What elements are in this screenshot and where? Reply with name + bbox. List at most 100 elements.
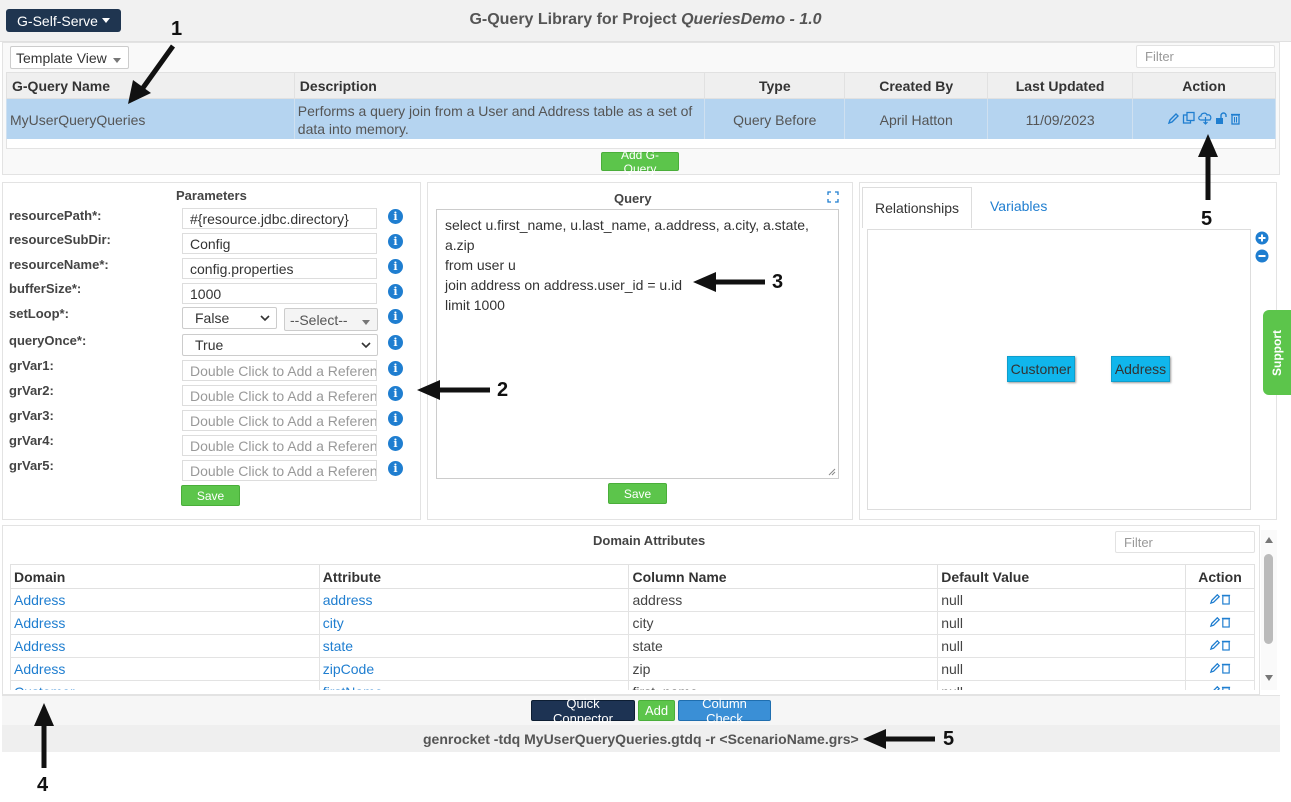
add-attribute-button[interactable]: Add: [638, 700, 675, 721]
default-value-cell: null: [937, 611, 1186, 635]
header-created-by: Created By: [844, 72, 989, 99]
edit-pencil-icon[interactable]: [1209, 616, 1221, 628]
resource-subdir-input[interactable]: Config: [182, 233, 377, 254]
query-line: a.zip: [445, 237, 475, 253]
domain-link[interactable]: Address: [10, 634, 320, 658]
info-icon[interactable]: i: [388, 259, 403, 274]
info-icon[interactable]: i: [388, 309, 403, 324]
unlock-icon[interactable]: [1215, 112, 1228, 125]
tab-variables[interactable]: Variables: [990, 198, 1047, 214]
chevron-down-icon: [260, 315, 270, 322]
select-arrow-icon: [362, 319, 370, 325]
grvar2-input[interactable]: Double Click to Add a Reference: [182, 385, 377, 406]
header-gquery-name: G-Query Name: [6, 72, 295, 99]
cloud-download-icon[interactable]: [1198, 111, 1213, 126]
attribute-link[interactable]: firstName: [318, 680, 630, 690]
row-action-cell: [1184, 611, 1255, 635]
grvar1-input[interactable]: Double Click to Add a Reference: [182, 360, 377, 381]
edit-pencil-icon[interactable]: [1209, 685, 1221, 690]
set-loop-select[interactable]: False: [182, 307, 277, 329]
domain-scrollbar[interactable]: [1261, 530, 1277, 690]
table-row: Address city city null: [10, 611, 1255, 635]
info-icon[interactable]: i: [388, 411, 403, 426]
row-action-cell: [1184, 680, 1255, 690]
header-description: Description: [293, 72, 706, 99]
query-save-button[interactable]: Save: [608, 483, 667, 504]
entity-address[interactable]: Address: [1111, 356, 1170, 382]
attribute-link[interactable]: city: [318, 611, 630, 635]
trash-icon[interactable]: [1221, 685, 1231, 690]
domain-link[interactable]: Address: [10, 588, 320, 612]
domain-link[interactable]: Address: [10, 611, 320, 635]
query-line: select u.first_name, u.last_name, a.addr…: [445, 217, 809, 233]
info-icon[interactable]: i: [388, 361, 403, 376]
query-editor[interactable]: select u.first_name, u.last_name, a.addr…: [436, 209, 839, 479]
grvar4-input[interactable]: Double Click to Add a Reference: [182, 435, 377, 456]
quick-connector-button[interactable]: Quick Connector: [531, 696, 635, 726]
attribute-link[interactable]: zipCode: [318, 657, 630, 681]
scroll-up-icon[interactable]: [1264, 536, 1274, 544]
info-icon[interactable]: i: [388, 335, 403, 350]
buffer-size-input[interactable]: 1000: [182, 283, 377, 304]
trash-icon[interactable]: [1221, 662, 1231, 674]
table-row[interactable]: MyUserQueryQueries Performs a query join…: [6, 98, 1276, 141]
add-gquery-button[interactable]: Add G-Query: [601, 148, 679, 176]
info-icon[interactable]: i: [388, 436, 403, 451]
trash-icon[interactable]: [1221, 593, 1231, 605]
resource-name-input[interactable]: config.properties: [182, 258, 377, 279]
column-name-cell: first_name: [628, 680, 939, 690]
zoom-out-icon[interactable]: [1255, 249, 1269, 263]
table-row: Address address address null: [10, 588, 1255, 612]
domain-filter-input[interactable]: Filter: [1115, 531, 1255, 553]
query-description-cell: Performs a query join from a User and Ad…: [293, 98, 706, 141]
trash-icon[interactable]: [1221, 616, 1231, 628]
callout-number-5-action: 5: [1201, 208, 1213, 230]
param-label-grvar5: grVar5:: [9, 458, 54, 473]
scrollbar-thumb[interactable]: [1264, 554, 1273, 644]
domain-table-viewport: Domain Attribute Column Name Default Val…: [10, 564, 1255, 690]
trash-icon[interactable]: [1221, 639, 1231, 651]
column-name-cell: address: [628, 588, 939, 612]
header-domain-action: Action: [1184, 564, 1255, 589]
page-title: G-Query Library for Project QueriesDemo …: [0, 11, 1291, 29]
expand-icon[interactable]: [827, 191, 839, 203]
view-select[interactable]: Template View: [10, 46, 129, 69]
edit-pencil-icon[interactable]: [1167, 112, 1180, 125]
info-icon[interactable]: i: [388, 386, 403, 401]
queries-table-header: G-Query Name Description Type Created By…: [6, 72, 1276, 99]
zoom-in-icon[interactable]: [1255, 231, 1269, 245]
trash-icon[interactable]: [1230, 112, 1241, 125]
parameters-save-button[interactable]: Save: [181, 485, 240, 506]
chevron-down-icon: [361, 342, 371, 349]
param-label-grvar3: grVar3:: [9, 408, 54, 423]
row-action-cell: [1184, 588, 1255, 612]
entity-customer[interactable]: Customer: [1007, 356, 1075, 382]
column-check-button[interactable]: Column Check: [678, 696, 771, 726]
tab-relationships[interactable]: Relationships: [862, 187, 972, 228]
copy-icon[interactable]: [1182, 111, 1196, 125]
edit-pencil-icon[interactable]: [1209, 593, 1221, 605]
info-icon[interactable]: i: [388, 209, 403, 224]
header-attribute: Attribute: [318, 564, 630, 589]
query-once-select[interactable]: True: [182, 334, 378, 356]
grvar3-input[interactable]: Double Click to Add a Reference: [182, 410, 377, 431]
support-tab[interactable]: Support: [1263, 310, 1291, 395]
attribute-link[interactable]: state: [318, 634, 630, 658]
domain-link[interactable]: Customer: [10, 680, 320, 690]
resize-handle-icon[interactable]: [828, 468, 836, 476]
scroll-down-icon[interactable]: [1264, 674, 1274, 682]
query-filter-input[interactable]: Filter: [1136, 45, 1275, 68]
set-loop-reference-select[interactable]: --Select--: [284, 308, 378, 331]
callout-number-1: 1: [171, 18, 183, 40]
attribute-link[interactable]: address: [318, 588, 630, 612]
edit-pencil-icon[interactable]: [1209, 639, 1221, 651]
info-icon[interactable]: i: [388, 284, 403, 299]
info-icon[interactable]: i: [388, 234, 403, 249]
info-icon[interactable]: i: [388, 461, 403, 476]
set-loop-value: False: [195, 310, 230, 326]
grvar5-input[interactable]: Double Click to Add a Reference: [182, 460, 377, 481]
edit-pencil-icon[interactable]: [1209, 662, 1221, 674]
query-name-cell[interactable]: MyUserQueryQueries: [6, 98, 295, 141]
resource-path-input[interactable]: #{resource.jdbc.directory}: [182, 208, 377, 229]
domain-link[interactable]: Address: [10, 657, 320, 681]
